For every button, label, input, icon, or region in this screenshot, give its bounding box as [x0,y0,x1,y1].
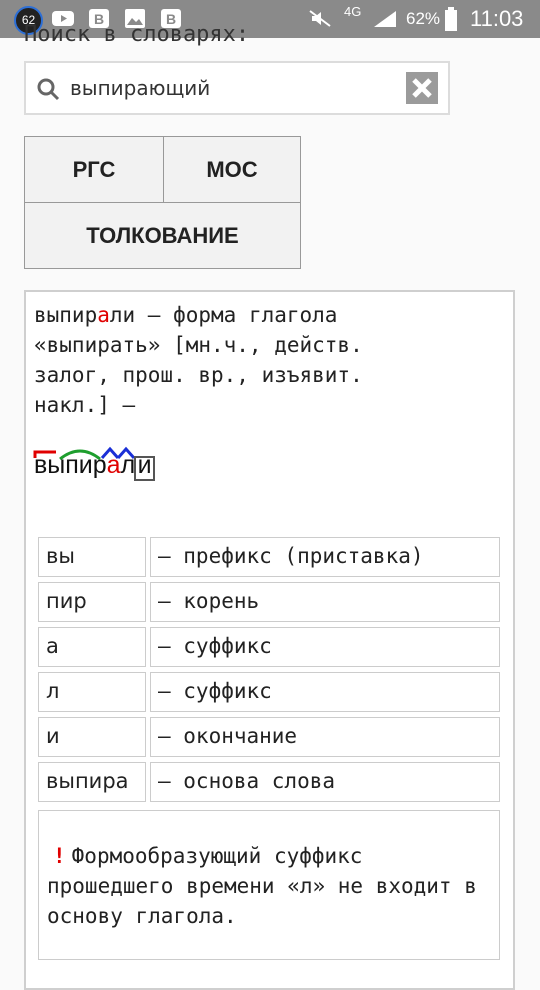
table-cell: – окончание [150,717,500,757]
search-box [24,61,450,115]
network-type: 4G [344,4,362,19]
morpheme-part: л [46,679,60,703]
stress-letter: а [106,451,121,479]
morpheme-word: выпирал и [34,451,154,480]
morpheme-desc: – окончание [158,724,298,748]
table-row: выпира – основа слова [38,762,502,804]
warning-mark: ! [53,844,66,868]
table-cell: пир [38,582,146,622]
battery-icon [445,7,457,31]
table-cell: – суффикс [150,672,500,712]
note-box: ! Формообразующий суффикс прошедшего врем… [38,810,500,960]
morpheme-desc: – суффикс [158,634,272,658]
mute-icon [309,10,331,27]
morpheme-part: и [46,724,60,748]
table-cell: и [38,717,146,757]
grammar-info: «выпирать» [мн.ч., действ. залог, прош. … [34,333,363,417]
table-cell: вы [38,537,146,577]
morpheme-desc: – префикс (приставка) [158,544,424,568]
tolkovanie-button[interactable]: ТОЛКОВАНИЕ [24,202,301,269]
stress-letter: а [97,303,110,327]
morpheme-part: пир [46,589,87,613]
clear-button[interactable] [406,72,438,104]
word-part: выпир [34,303,98,327]
word-part: ли – форма глагола [109,303,338,327]
page-heading: Поиск в словарях: [24,22,250,47]
table-cell: – суффикс [150,627,500,667]
rgs-button[interactable]: РГС [24,136,164,203]
note-text: ! Формообразующий суффикс прошедшего врем… [47,841,487,931]
note-body: Формообразующий суффикс прошедшего време… [47,844,477,928]
morpheme-desc: – суффикс [158,679,272,703]
search-icon [37,78,60,101]
signal-icon [374,11,396,27]
table-row: вы – префикс (приставка) [38,537,502,579]
result-description: выпирали – форма глагола «выпирать» [мн.… [34,300,454,420]
table-cell: л [38,672,146,712]
morpheme-desc: – основа слова [158,769,336,793]
word-part: л [120,451,136,479]
clock: 11:03 [470,6,524,31]
table-row: а – суффикс [38,627,502,669]
word-ending: и [137,451,152,479]
morpheme-desc: – корень [158,589,260,613]
close-icon [412,78,432,98]
morpheme-part: выпира [46,769,129,793]
table-cell: – корень [150,582,500,622]
table-row: л – суффикс [38,672,502,714]
mos-button[interactable]: МОС [163,136,301,203]
table-cell: а [38,627,146,667]
battery-percent: 62% [406,9,441,28]
table-row: пир – корень [38,582,502,624]
morpheme-part: а [46,634,59,658]
table-cell: – префикс (приставка) [150,537,500,577]
table-cell: – основа слова [150,762,500,802]
search-input[interactable] [70,63,410,113]
table-row: и – окончание [38,717,502,759]
table-cell: выпира [38,762,146,802]
morpheme-part: вы [46,544,75,568]
word-part: выпир [34,451,107,479]
